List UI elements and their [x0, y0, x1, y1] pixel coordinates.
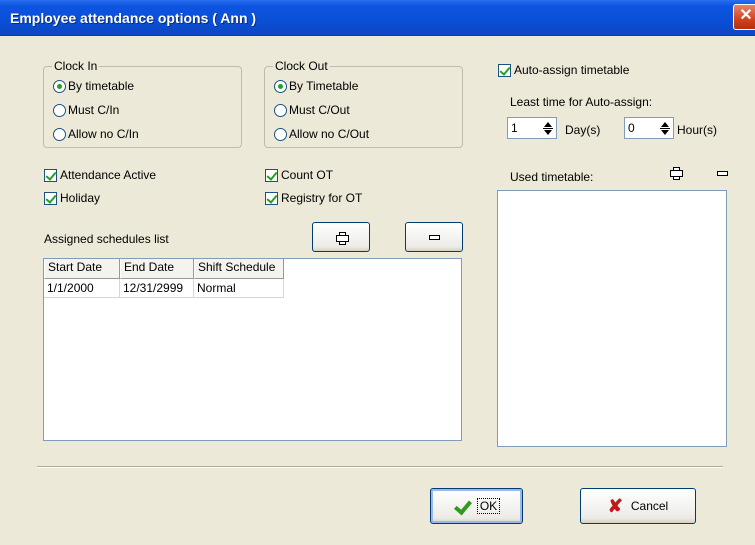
schedules-list[interactable]: Start Date End Date Shift Schedule 1/1/2…: [43, 258, 462, 441]
add-timetable-icon[interactable]: [670, 167, 683, 180]
ok-label: OK: [476, 498, 501, 514]
holiday-checkbox[interactable]: Holiday: [44, 191, 100, 205]
checkbox-label: Holiday: [60, 191, 101, 205]
clock-in-legend: Clock In: [52, 59, 100, 73]
dialog-client-area: Clock In By timetable Must C/In Allow no…: [0, 37, 755, 545]
hours-unit-label: Hour(s): [677, 123, 718, 137]
spin-arrows-icon[interactable]: [657, 118, 673, 138]
radio-label: Must C/In: [68, 103, 120, 117]
cancel-button[interactable]: ✘ Cancel: [580, 488, 696, 524]
cell-end-date: 12/31/2999: [120, 279, 194, 298]
checkbox-label: Registry for OT: [281, 191, 363, 205]
minus-icon: [428, 234, 440, 240]
days-value[interactable]: 1: [508, 121, 540, 135]
radio-label: By Timetable: [289, 79, 359, 93]
checkbox[interactable]: [265, 191, 278, 205]
hours-spinner[interactable]: 0: [624, 117, 674, 139]
used-timetable-list[interactable]: [497, 190, 727, 447]
cell-start-date: 1/1/2000: [44, 279, 120, 298]
radio-button[interactable]: [274, 103, 287, 117]
checkbox-label: Count OT: [281, 168, 334, 182]
red-x-icon: ✘: [607, 496, 623, 516]
checkbox[interactable]: [265, 168, 278, 182]
window-title: Employee attendance options ( Ann ): [10, 10, 257, 26]
clock-out-group: Clock Out By Timetable Must C/Out Allow …: [264, 59, 463, 148]
registry-ot-checkbox[interactable]: Registry for OT: [265, 191, 362, 205]
close-icon: ✕: [739, 7, 753, 24]
clock-out-legend: Clock Out: [273, 59, 330, 73]
auto-assign-checkbox[interactable]: Auto-assign timetable: [498, 63, 629, 77]
radio-clock-in-must[interactable]: Must C/In: [53, 103, 119, 117]
checkmark-icon: [453, 498, 469, 514]
column-header-end-date[interactable]: End Date: [120, 259, 194, 279]
cell-shift-schedule: Normal: [194, 279, 284, 298]
cancel-label: Cancel: [630, 499, 669, 513]
clock-in-group: Clock In By timetable Must C/In Allow no…: [43, 59, 242, 148]
radio-label: Allow no C/Out: [289, 127, 370, 141]
radio-clock-in-allow-no[interactable]: Allow no C/In: [53, 127, 139, 141]
radio-clock-out-allow-no[interactable]: Allow no C/Out: [274, 127, 369, 141]
title-bar[interactable]: Employee attendance options ( Ann ) ✕: [0, 0, 755, 36]
remove-schedule-button[interactable]: [405, 222, 463, 252]
used-timetable-label: Used timetable:: [510, 170, 594, 184]
checkbox[interactable]: [498, 63, 511, 77]
table-row[interactable]: 1/1/2000 12/31/2999 Normal: [44, 279, 284, 298]
column-header-start-date[interactable]: Start Date: [44, 259, 120, 279]
hours-value[interactable]: 0: [625, 121, 657, 135]
radio-clock-out-by-timetable[interactable]: By Timetable: [274, 79, 358, 93]
dialog-window: Employee attendance options ( Ann ) ✕ Cl…: [0, 0, 755, 545]
radio-button[interactable]: [53, 79, 66, 93]
radio-clock-out-must[interactable]: Must C/Out: [274, 103, 350, 117]
attendance-active-checkbox[interactable]: Attendance Active: [44, 168, 156, 182]
plus-icon: [335, 231, 349, 245]
radio-button[interactable]: [53, 103, 66, 117]
least-time-label: Least time for Auto-assign:: [510, 95, 653, 109]
ok-button[interactable]: OK: [430, 488, 523, 524]
radio-label: By timetable: [68, 79, 135, 93]
column-header-shift-schedule[interactable]: Shift Schedule: [194, 259, 284, 279]
radio-clock-in-by-timetable[interactable]: By timetable: [53, 79, 134, 93]
checkbox[interactable]: [44, 191, 57, 205]
remove-timetable-icon[interactable]: [717, 171, 728, 176]
radio-label: Must C/Out: [289, 103, 350, 117]
checkbox-label: Attendance Active: [60, 168, 157, 182]
add-schedule-button[interactable]: [312, 222, 370, 252]
days-unit-label: Day(s): [565, 123, 601, 137]
radio-button[interactable]: [53, 127, 66, 141]
schedules-list-header: Start Date End Date Shift Schedule: [44, 259, 284, 279]
assigned-schedules-label: Assigned schedules list: [44, 232, 169, 246]
checkbox-label: Auto-assign timetable: [514, 63, 630, 77]
radio-label: Allow no C/In: [68, 127, 139, 141]
spin-arrows-icon[interactable]: [540, 118, 556, 138]
divider: [37, 466, 723, 468]
days-spinner[interactable]: 1: [507, 117, 557, 139]
count-ot-checkbox[interactable]: Count OT: [265, 168, 333, 182]
close-button[interactable]: ✕: [733, 4, 755, 30]
radio-button[interactable]: [274, 79, 287, 93]
radio-button[interactable]: [274, 127, 287, 141]
checkbox[interactable]: [44, 168, 57, 182]
